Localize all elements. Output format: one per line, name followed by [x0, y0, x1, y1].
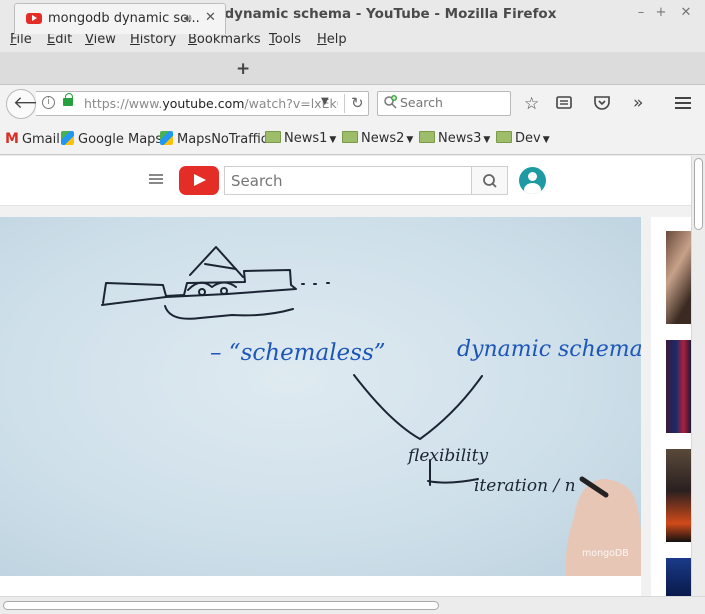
- folder-icon: [496, 131, 512, 143]
- pocket-icon[interactable]: [594, 95, 610, 115]
- chevron-down-icon: ▼: [329, 135, 337, 145]
- url-text[interactable]: https://www.youtube.com/watch?v=lxEk0: [84, 96, 338, 111]
- menu-file[interactable]: File: [10, 32, 32, 47]
- whiteboard-text-dynamic-schema: dynamic schema: [457, 337, 641, 362]
- bookmark-maps-no-traffic[interactable]: MapsNoTraffic: [160, 131, 268, 147]
- bookmark-folder-dev[interactable]: Dev ▼: [496, 131, 550, 146]
- bookmark-folder-news3[interactable]: News3 ▼: [419, 131, 490, 146]
- youtube-menu-icon[interactable]: [149, 174, 163, 184]
- avatar[interactable]: [519, 167, 546, 194]
- bookmark-google-maps[interactable]: Google Maps: [61, 131, 162, 147]
- star-icon[interactable]: ☆: [524, 94, 539, 114]
- menu-help[interactable]: Help: [317, 32, 347, 47]
- menu-tools[interactable]: Tools: [269, 32, 301, 47]
- menu-edit[interactable]: Edit: [47, 32, 72, 47]
- menu-history[interactable]: History: [130, 32, 176, 47]
- related-video-thumbnail[interactable]: [666, 231, 691, 324]
- folder-icon: [265, 131, 281, 143]
- chevron-down-icon: ▼: [406, 135, 414, 145]
- youtube-logo-icon[interactable]: [179, 166, 219, 195]
- horizontal-scrollbar[interactable]: [0, 596, 705, 614]
- bookmark-gmail[interactable]: M Gmail: [5, 131, 60, 147]
- video-player[interactable]: – “schemaless” dynamic schema flexibilit…: [0, 217, 641, 576]
- menu-bookmarks[interactable]: Bookmarks: [188, 32, 261, 47]
- info-icon[interactable]: i: [42, 96, 55, 109]
- minimize-button[interactable]: –: [632, 4, 650, 22]
- reading-list-icon[interactable]: [556, 95, 572, 115]
- tab-label: mongodb dynamic sc...: [48, 11, 200, 26]
- whiteboard-drawing: – “schemaless” dynamic schema flexibilit…: [101, 246, 641, 576]
- vertical-scrollbar[interactable]: [691, 156, 705, 596]
- web-page: – “schemaless” dynamic schema flexibilit…: [0, 156, 691, 596]
- search-add-icon: [384, 95, 397, 109]
- search-icon: [483, 174, 497, 188]
- youtube-search-input[interactable]: [231, 172, 461, 190]
- overflow-chevrons-icon[interactable]: »: [633, 93, 643, 113]
- folder-icon: [419, 131, 435, 143]
- bookmark-folder-news1[interactable]: News1 ▼: [265, 131, 336, 146]
- related-video-thumbnail[interactable]: [666, 558, 691, 596]
- maps-icon: [61, 131, 74, 145]
- below-video-area: [0, 576, 641, 596]
- reload-icon[interactable]: ↻: [344, 94, 364, 113]
- gmail-icon: M: [5, 131, 19, 147]
- chevron-down-icon: ▼: [483, 135, 491, 145]
- bookmark-folder-news2[interactable]: News2 ▼: [342, 131, 413, 146]
- chevron-down-icon[interactable]: ▼: [321, 96, 329, 107]
- tab-strip: [0, 52, 705, 85]
- menu-view[interactable]: View: [85, 32, 116, 47]
- related-video-thumbnail[interactable]: [666, 449, 691, 542]
- browser-search-bar[interactable]: [377, 91, 511, 116]
- youtube-search-box[interactable]: [224, 166, 472, 195]
- hamburger-menu-icon[interactable]: [675, 95, 691, 115]
- whiteboard-text-iteration: iteration / n: [474, 476, 576, 496]
- whiteboard-text-schemaless: – “schemaless”: [210, 340, 386, 366]
- youtube-search-button[interactable]: [471, 166, 508, 195]
- scrollbar-thumb[interactable]: [694, 158, 703, 230]
- related-videos-sidebar: [651, 217, 691, 596]
- chevron-down-icon: ▼: [542, 135, 550, 145]
- lock-icon[interactable]: [63, 93, 73, 106]
- folder-icon: [342, 131, 358, 143]
- back-button[interactable]: 🡐: [6, 89, 59, 119]
- youtube-header: [0, 156, 691, 206]
- presenter-hand: [565, 476, 641, 576]
- tab-close-button[interactable]: ✕: [205, 10, 216, 25]
- whiteboard-text-flexibility: flexibility: [406, 446, 488, 466]
- speaker-icon[interactable]: 🔊︎: [184, 11, 192, 26]
- related-video-thumbnail[interactable]: [666, 340, 691, 433]
- scrollbar-thumb[interactable]: [3, 601, 439, 610]
- tab-youtube[interactable]: mongodb dynamic sc... 🔊︎ ✕: [14, 3, 226, 34]
- maximize-button[interactable]: +: [652, 4, 670, 22]
- maps-icon: [160, 131, 173, 145]
- mongodb-watermark: mongoDB: [582, 548, 629, 559]
- close-window-button[interactable]: ✕: [677, 4, 695, 22]
- url-bar[interactable]: i https://www.youtube.com/watch?v=lxEk0 …: [36, 91, 369, 116]
- browser-search-input[interactable]: [400, 95, 506, 110]
- new-tab-button[interactable]: +: [236, 59, 250, 79]
- youtube-favicon-icon: [26, 13, 42, 24]
